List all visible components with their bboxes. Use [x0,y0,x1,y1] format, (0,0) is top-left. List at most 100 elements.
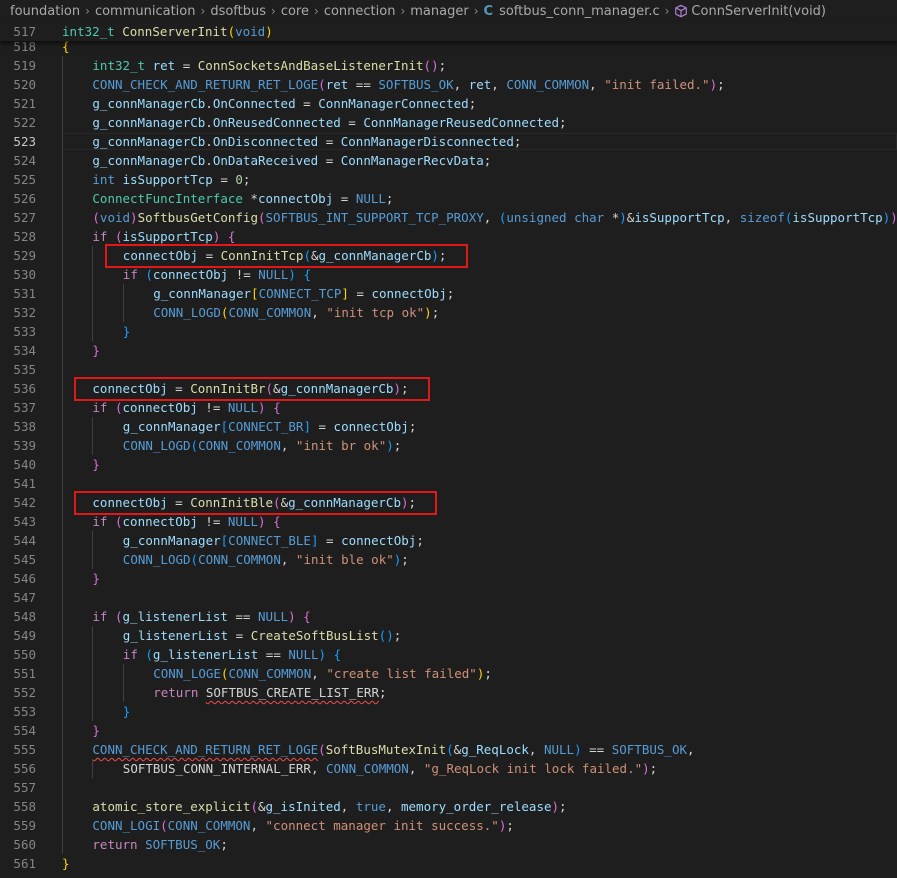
code-token: NULL [258,267,289,282]
code-token: "init failed." [604,77,710,92]
code-line[interactable]: 522 g_connManagerCb.OnReusedConnected = C… [0,113,897,132]
code-line[interactable]: 533} [0,322,897,341]
code-line[interactable]: 550 if (g_listenerList == NULL) { [0,645,897,664]
code-token: ) [265,24,273,39]
code-line[interactable]: 532 CONN_LOGD(CONN_COMMON, "init tcp ok")… [0,303,897,322]
code-token: CONN_COMMON [228,305,312,320]
breadcrumb-file[interactable]: softbus_conn_manager.c [499,4,660,19]
line-code: CONN_CHECK_AND_RETURN_RET_LOGE(ret == SO… [92,75,724,94]
code-line[interactable]: 538 g_connManager[CONNECT_BR] = connectOb… [0,417,897,436]
breadcrumb-item[interactable]: communication [95,4,196,19]
code-line[interactable]: 540} [0,455,897,474]
line-code: CONN_LOGD(CONN_COMMON, "init tcp ok"); [153,303,439,322]
code-line[interactable]: 544 g_connManager[CONNECT_BLE] = connectO… [0,531,897,550]
code-line[interactable]: 518 { [0,41,897,56]
sticky-scroll-header[interactable]: 517 int32_t ConnServerInit(void) [0,22,897,41]
code-token: ConnSocketsAndBaseListenerInit [197,58,424,73]
code-token: CONN_COMMON [506,77,590,92]
code-token: unsigned char [506,210,605,225]
code-token: if [122,647,138,662]
code-token: != [197,514,228,529]
line-number: 530 [13,267,36,282]
line-number: 536 [13,381,36,396]
code-line[interactable]: 555 CONN_CHECK_AND_RETURN_RET_LOGE(SoftBu… [0,740,897,759]
code-token: } [92,457,100,472]
code-line[interactable]: 545 CONN_LOGD(CONN_COMMON, "init ble ok")… [0,550,897,569]
breadcrumb-item[interactable]: connection [324,4,396,19]
line-number: 524 [13,153,36,168]
code-token: == [348,77,379,92]
sticky-code: int32_t ConnServerInit(void) [62,22,273,41]
code-token: , [311,305,327,320]
line-number: 521 [13,96,36,111]
code-token: = [340,115,364,130]
code-token: CONNECT_BLE [228,533,311,548]
code-token: ( [190,552,199,567]
code-token: = [212,172,236,187]
code-line[interactable]: 526 ConnectFuncInterface *connectObj = NU… [0,189,897,208]
line-code: CONN_CHECK_AND_RETURN_RET_LOGE(SoftBusMu… [92,740,694,759]
code-line[interactable]: 525 int isSupportTcp = 0; [0,170,897,189]
line-number: 544 [13,533,36,548]
code-token: ) [386,438,394,453]
code-line[interactable]: 556 SOFTBUS_CONN_INTERNAL_ERR, CONN_COMMO… [0,759,897,778]
code-line[interactable]: 558 atomic_store_explicit(&g_isInited, tr… [0,797,897,816]
code-line[interactable]: 524 g_connManagerCb.OnDataReceived = Conn… [0,151,897,170]
code-line[interactable]: 557 [0,778,897,797]
code-line[interactable]: 523 g_connManagerCb.OnDisconnected = Conn… [0,132,897,151]
code-line[interactable]: 527 (void)SoftbusGetConfig(SOFTBUS_INT_SU… [0,208,897,227]
breadcrumb-symbol[interactable]: ConnServerInit(void) [691,4,826,19]
line-number: 541 [13,476,36,491]
code-token: CONN_LOGD [122,552,191,567]
code-line[interactable]: 549 g_listenerList = CreateSoftBusList(); [0,626,897,645]
line-code: g_listenerList = CreateSoftBusList(); [123,626,401,645]
code-line[interactable]: 554} [0,721,897,740]
line-number: 517 [13,24,36,39]
code-line[interactable]: 547 [0,588,897,607]
code-line[interactable]: 562 [0,873,897,878]
indent-guide [92,759,94,778]
code-line[interactable]: 546} [0,569,897,588]
code-token: OnReusedConnected [212,115,341,130]
code-line[interactable]: 552 return SOFTBUS_CREATE_LIST_ERR; [0,683,897,702]
code-line[interactable]: 548 if (g_listenerList == NULL) { [0,607,897,626]
code-line[interactable]: 521 g_connManagerCb.OnConnected = ConnMan… [0,94,897,113]
code-token: g_connManagerCb [92,115,206,130]
breadcrumb-item[interactable]: dsoftbus [210,4,266,19]
code-token: = [310,419,334,434]
code-editor[interactable]: 518 {519 int32_t ret = ConnSocketsAndBaseL… [0,41,897,878]
code-token: , [589,77,605,92]
code-line[interactable]: 561} [0,854,897,873]
breadcrumb-item[interactable]: manager [410,4,468,19]
code-token: , [687,742,695,757]
line-code: CONN_LOGD(CONN_COMMON, "init br ok"); [123,436,402,455]
code-line[interactable]: 520 CONN_CHECK_AND_RETURN_RET_LOGE(ret ==… [0,75,897,94]
code-line[interactable]: 519 int32_t ret = ConnSocketsAndBaseListe… [0,56,897,75]
breadcrumb-item[interactable]: foundation [10,4,80,19]
code-line[interactable]: 559 CONN_LOGI(CONN_COMMON, "connect manag… [0,816,897,835]
line-number: 543 [13,514,36,529]
line-number: 553 [13,704,36,719]
code-token: = [318,134,341,149]
line-code: g_connManager[CONNECT_BR] = connectObj; [123,417,417,436]
code-line[interactable]: 534} [0,341,897,360]
code-token: g_connManagerCb [92,96,206,111]
code-line[interactable]: 553} [0,702,897,721]
code-token: ) [288,267,296,282]
code-line[interactable]: 539 CONN_LOGD(CONN_COMMON, "init br ok"); [0,436,897,455]
code-line[interactable]: 560 return SOFTBUS_OK; [0,835,897,854]
line-code: CONN_LOGI(CONN_COMMON, "connect manager … [92,816,513,835]
code-token: { [227,229,236,244]
line-code: (void)SoftbusGetConfig(SOFTBUS_INT_SUPPO… [92,208,897,227]
code-line[interactable]: 531 g_connManager[CONNECT_TCP] = connectO… [0,284,897,303]
code-token: if [122,267,138,282]
code-line[interactable]: 551 CONN_LOGE(CONN_COMMON, "create list f… [0,664,897,683]
code-token: . [205,134,213,149]
code-token: ( [257,210,266,225]
breadcrumb-item[interactable]: core [281,4,309,19]
chevron-right-icon: › [664,4,670,18]
line-code: if (g_listenerList == NULL) { [123,645,341,664]
code-token: & [257,799,266,814]
code-token: ( [227,24,236,39]
line-code: } [92,341,100,360]
